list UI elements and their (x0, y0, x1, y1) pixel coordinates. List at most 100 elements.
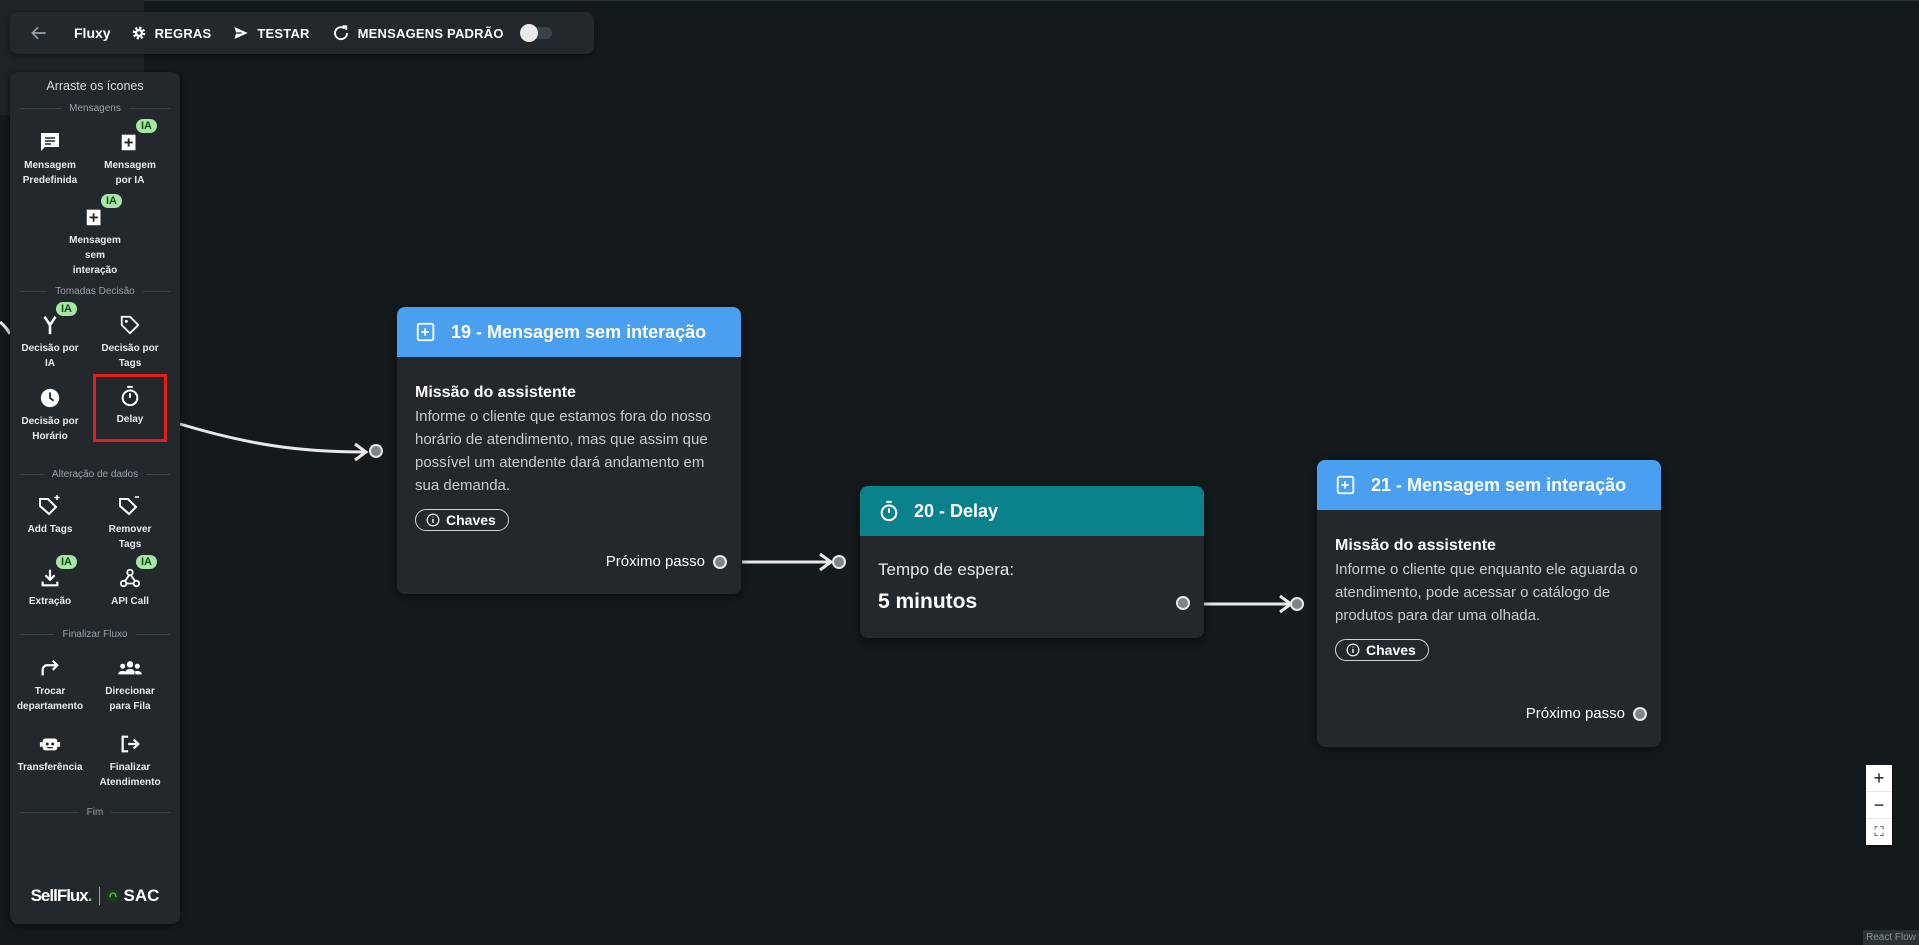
tool-label: API Call (111, 596, 149, 607)
tool-label: Trocar departamento (16, 686, 84, 712)
section-end: Fim (20, 803, 170, 821)
wait-value: 5 minutos (878, 590, 978, 613)
message-icon (41, 133, 59, 151)
info-icon (1346, 643, 1360, 657)
mission-title: Missão do assistente (415, 384, 576, 401)
node-21-message[interactable]: 21 - Mensagem sem interação Missão do as… (1317, 460, 1661, 747)
tools-sidebar: Arraste os ícones Mensagens Mensagem Pre… (10, 72, 180, 924)
sparkle-message-icon (121, 134, 136, 151)
sidebar-header: Arraste os ícones (46, 79, 144, 93)
node-19-input-handle[interactable] (369, 444, 383, 458)
node-20-delay[interactable]: 20 - Delay Tempo de espera: 5 minutos (860, 486, 1204, 638)
tool-delay[interactable]: Delay (93, 374, 167, 442)
fit-view-button[interactable]: ⛶ (1866, 819, 1892, 845)
ia-badge: IA (56, 555, 77, 569)
tag-minus-icon (119, 496, 139, 516)
tool-no-interaction-message[interactable]: IA Mensagem sem interação (55, 192, 135, 282)
rules-label: REGRAS (154, 25, 212, 41)
logout-icon (121, 735, 140, 753)
tag-icon (120, 315, 140, 335)
tool-label: Add Tags (27, 524, 73, 535)
tool-finish-service[interactable]: Finalizar Atendimento (90, 723, 170, 803)
fork-icon (43, 316, 57, 335)
default-messages-toggle[interactable] (519, 24, 552, 42)
ia-badge: IA (136, 119, 157, 133)
tool-api-call[interactable]: IA API Call (90, 553, 170, 619)
keys-button[interactable]: Chaves (415, 509, 509, 531)
flow-title: Fluxy (74, 25, 111, 41)
rules-button[interactable]: REGRAS (131, 25, 212, 41)
node-21-input-handle[interactable] (1290, 597, 1304, 611)
tool-predefined-message[interactable]: Mensagem Predefinida (10, 117, 90, 192)
tool-label: Finalizar Atendimento (99, 762, 161, 788)
tool-label: Remover Tags (108, 524, 152, 550)
next-step: Próximo passo (1526, 705, 1647, 722)
default-messages-button[interactable]: MENSAGENS PADRÃO (332, 24, 504, 42)
zoom-controls: + − ⛶ (1866, 765, 1892, 845)
sparkle-message-icon (416, 322, 435, 342)
node-header: 20 - Delay (860, 486, 1204, 536)
sparkle-message-icon (1336, 475, 1355, 495)
section-data: Alteração de dados (20, 465, 170, 483)
tool-label: Mensagem sem interação (69, 235, 121, 276)
stopwatch-icon (121, 385, 139, 407)
edge-incoming-curve (0, 320, 12, 335)
brand-name: SellFlux (30, 886, 89, 905)
tool-label: Decisão por Horário (21, 416, 79, 442)
default-messages-label: MENSAGENS PADRÃO (357, 25, 504, 41)
node-title: 19 - Mensagem sem interação (451, 321, 707, 342)
node-title: 21 - Mensagem sem interação (1371, 474, 1627, 495)
top-toolbar: Fluxy REGRAS TESTAR MENSAGENS PADRÃO (10, 12, 594, 54)
ia-badge: IA (136, 555, 157, 569)
tool-queue[interactable]: Direcionar para Fila (90, 643, 170, 723)
webhook-icon (119, 568, 141, 588)
section-messages: Mensagens (20, 99, 170, 117)
info-icon (426, 513, 440, 527)
headset-icon (106, 889, 119, 903)
mission-text: Informe o cliente que estamos fora do no… (415, 408, 712, 494)
tool-tags-decision[interactable]: Decisão por Tags (90, 300, 170, 377)
test-button[interactable]: TESTAR (233, 25, 309, 41)
stopwatch-icon (880, 500, 898, 522)
tool-change-department[interactable]: Trocar departamento (10, 643, 90, 723)
mission-title: Missão do assistente (1335, 537, 1496, 554)
keys-button[interactable]: Chaves (1335, 639, 1429, 661)
tool-label: Transferência (17, 762, 83, 773)
tool-ai-message[interactable]: IA Mensagem por IA (90, 117, 170, 192)
node-21-output-handle[interactable] (1633, 706, 1647, 721)
node-20-output-handle[interactable] (1176, 596, 1190, 610)
node-title: 20 - Delay (914, 500, 999, 521)
tool-extraction[interactable]: IA Extração (10, 553, 90, 619)
tool-label: Decisão por Tags (101, 343, 159, 369)
sparkle-message-icon (86, 209, 101, 226)
toggle-knob (519, 24, 538, 42)
tool-remove-tags[interactable]: Remover Tags (90, 483, 170, 553)
tool-transfer[interactable]: Transferência (10, 723, 90, 803)
group-icon (118, 661, 142, 675)
download-icon (41, 569, 59, 587)
next-step: Próximo passo (606, 553, 727, 570)
forward-arrow-icon (41, 659, 59, 676)
robot-icon (39, 738, 61, 751)
ia-badge: IA (101, 194, 122, 208)
tool-add-tags[interactable]: Add Tags (10, 483, 90, 553)
node-19-message[interactable]: 19 - Mensagem sem interação Missão do as… (397, 307, 741, 594)
tool-time-decision[interactable]: Decisão por Horário (10, 377, 90, 455)
node-19-output-handle[interactable] (713, 554, 727, 569)
send-icon (234, 27, 249, 39)
tag-plus-icon (39, 495, 60, 516)
arrow-left-icon (31, 26, 46, 40)
tool-label: Mensagem Predefinida (22, 160, 78, 186)
tool-label: Extração (28, 596, 72, 607)
back-button[interactable] (24, 18, 54, 48)
zoom-out-button[interactable]: − (1866, 792, 1892, 819)
tool-ai-decision[interactable]: IA Decisão por IA (10, 300, 90, 377)
react-flow-attribution[interactable]: React Flow (1862, 930, 1919, 945)
product-name: SAC (123, 886, 160, 905)
zoom-in-button[interactable]: + (1866, 765, 1892, 792)
logo-divider (98, 887, 100, 905)
gear-icon (132, 26, 145, 40)
section-decisions: Tomadas Decisão (20, 282, 170, 300)
node-20-input-handle[interactable] (832, 555, 846, 569)
ia-badge: IA (56, 302, 77, 316)
